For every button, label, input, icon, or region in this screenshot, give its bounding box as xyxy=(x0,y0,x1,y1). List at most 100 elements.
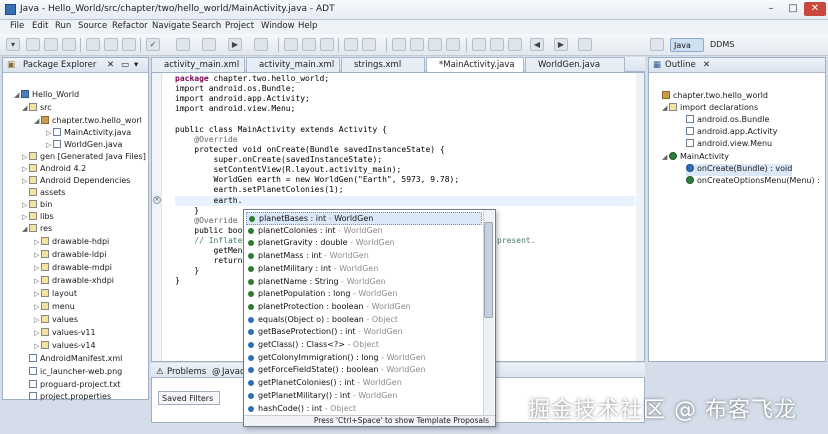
open-type-icon[interactable] xyxy=(344,38,358,51)
show-whitespace-icon[interactable] xyxy=(410,38,424,51)
tree-item-values[interactable]: ▷ values xyxy=(34,315,78,327)
new-icon[interactable]: ▾ xyxy=(6,38,20,51)
content-assist-item[interactable]: hashCode() : int - Object xyxy=(246,403,482,416)
view-menu-icon[interactable]: ▾ xyxy=(134,60,138,70)
collapse-arrow-icon[interactable]: ◢ xyxy=(22,104,29,112)
expand-arrow-icon[interactable]: ▷ xyxy=(34,303,41,311)
new-package-icon[interactable] xyxy=(302,38,316,51)
editor-scrollbar[interactable] xyxy=(636,73,644,361)
expand-arrow-icon[interactable]: ▷ xyxy=(46,129,53,137)
menu-edit[interactable]: Edit xyxy=(32,21,48,31)
expand-arrow-icon[interactable]: ▷ xyxy=(22,177,29,185)
checkbox-icon[interactable]: ✓ xyxy=(146,38,160,51)
expand-arrow-icon[interactable]: ▷ xyxy=(22,201,29,209)
run-icon[interactable]: ▶ xyxy=(228,38,242,51)
skip-breakpoints-icon[interactable] xyxy=(176,38,190,51)
tree-item-bin[interactable]: ▷ bin xyxy=(22,200,52,212)
tree-item-menu[interactable]: ▷ menu xyxy=(34,302,75,314)
content-assist-item[interactable]: planetPopulation : long - WorldGen xyxy=(246,288,482,301)
quick-fix-marker-icon[interactable]: × xyxy=(153,196,161,204)
tree-item-libs[interactable]: ▷ libs xyxy=(22,212,54,224)
content-assist-item[interactable]: getForceFieldState() : boolean - WorldGe… xyxy=(246,364,482,377)
menu-search[interactable]: Search xyxy=(192,21,221,31)
toggle-mark-occurrences-icon[interactable] xyxy=(392,38,406,51)
tree-item-proguard[interactable]: proguard-project.txt xyxy=(22,380,121,392)
collapse-arrow-icon[interactable]: ◢ xyxy=(662,153,669,161)
expand-arrow-icon[interactable]: ▷ xyxy=(34,290,41,298)
menu-help[interactable]: Help xyxy=(298,21,317,31)
debug-icon[interactable] xyxy=(202,38,216,51)
tab-problems[interactable]: Problems xyxy=(167,367,206,377)
menu-source[interactable]: Source xyxy=(78,21,107,31)
close-tab-icon[interactable]: ✕ xyxy=(107,60,114,70)
open-perspective-icon[interactable] xyxy=(650,38,664,51)
outline-item-import-bundle[interactable]: android.os.Bundle xyxy=(686,115,769,127)
tree-item-hello-world[interactable]: ◢ Hello_World xyxy=(14,90,79,102)
editor-tab-activity-main-2[interactable]: activity_main.xml xyxy=(246,57,340,72)
tree-item-drawable-ldpi[interactable]: ▷ drawable-ldpi xyxy=(34,250,106,262)
tree-item-res[interactable]: ◢ res xyxy=(22,224,52,236)
forward-icon[interactable]: ▶ xyxy=(554,38,568,51)
content-assist-item[interactable]: planetMass : int - WorldGen xyxy=(246,250,482,263)
expand-arrow-icon[interactable]: ▷ xyxy=(22,153,29,161)
menu-project[interactable]: Project xyxy=(225,21,254,31)
perspective-ddms-button[interactable]: DDMS xyxy=(710,38,750,52)
avd-manager-icon[interactable] xyxy=(104,38,118,51)
editor-tab-activity-main-1[interactable]: activity_main.xml xyxy=(151,57,245,72)
collapse-all-icon[interactable]: ▭ xyxy=(121,60,129,70)
pin-editor-icon[interactable] xyxy=(578,38,592,51)
collapse-arrow-icon[interactable]: ◢ xyxy=(662,104,669,112)
content-assist-item[interactable]: planetMilitary : int - WorldGen xyxy=(246,263,482,276)
expand-arrow-icon[interactable]: ▷ xyxy=(34,251,41,259)
content-assist-item[interactable]: planetProtection : boolean - WorldGen xyxy=(246,301,482,314)
expand-arrow-icon[interactable]: ▷ xyxy=(34,264,41,272)
editor-tab-strings[interactable]: strings.xml xyxy=(341,57,425,72)
expand-arrow-icon[interactable]: ▷ xyxy=(34,342,41,350)
content-assist-item[interactable]: planetBases : int - WorldGen xyxy=(246,212,482,225)
outline-item-import-menu[interactable]: android.view.Menu xyxy=(686,139,772,151)
android-sdk-manager-icon[interactable] xyxy=(86,38,100,51)
tree-item-src[interactable]: ◢ src xyxy=(22,103,52,115)
content-assist-item[interactable]: equals(Object o) : boolean - Object xyxy=(246,314,482,327)
content-assist-item[interactable]: getPlanetMilitary() : int - WorldGen xyxy=(246,390,482,403)
menu-window[interactable]: Window xyxy=(261,21,295,31)
content-assist-item[interactable]: getColonyImmigration() : long - WorldGen xyxy=(246,352,482,365)
tree-item-mainactivity[interactable]: ▷ MainActivity.java xyxy=(46,128,131,140)
outline-item-mainactivity[interactable]: ◢ MainActivity xyxy=(662,152,729,164)
tree-item-android-lib[interactable]: ▷ Android 4.2 xyxy=(22,164,86,176)
content-assist-item[interactable]: planetName : String - WorldGen xyxy=(246,276,482,289)
tree-item-manifest[interactable]: AndroidManifest.xml xyxy=(22,354,122,366)
external-tools-icon[interactable] xyxy=(254,38,268,51)
menu-run[interactable]: Run xyxy=(55,21,71,31)
close-button[interactable]: ✕ xyxy=(804,2,826,16)
menu-refactor[interactable]: Refactor xyxy=(112,21,148,31)
format-icon[interactable] xyxy=(446,38,460,51)
close-tab-icon[interactable]: ✕ xyxy=(703,60,710,70)
save-icon[interactable] xyxy=(26,38,40,51)
tree-item-project-properties[interactable]: project.properties xyxy=(22,392,111,404)
tree-item-layout[interactable]: ▷ layout xyxy=(34,289,77,301)
save-all-icon[interactable] xyxy=(44,38,58,51)
tree-item-package[interactable]: ◢ chapter.two.hello_worl xyxy=(34,116,142,128)
menu-navigate[interactable]: Navigate xyxy=(152,21,190,31)
print-icon[interactable] xyxy=(62,38,76,51)
editor-tab-mainactivity[interactable]: *MainActivity.java xyxy=(426,57,524,72)
content-assist-item[interactable]: planetGravity : double - WorldGen xyxy=(246,237,482,250)
content-assist-scroll-thumb[interactable] xyxy=(484,222,493,318)
outline-item-oncreateoptionsmenu[interactable]: onCreateOptionsMenu(Menu) : xyxy=(686,176,820,188)
block-selection-icon[interactable] xyxy=(428,38,442,51)
saved-filters-button[interactable]: Saved Filters xyxy=(158,391,220,405)
tree-item-android-deps[interactable]: ▷ Android Dependencies xyxy=(22,176,130,188)
collapse-arrow-icon[interactable]: ◢ xyxy=(34,117,41,125)
tree-item-values-v11[interactable]: ▷ values-v11 xyxy=(34,328,96,340)
content-assist-item[interactable]: getPlanetColonies() : int - WorldGen xyxy=(246,377,482,390)
minimize-button[interactable]: – xyxy=(760,2,782,16)
maximize-button[interactable]: □ xyxy=(782,2,804,16)
package-explorer-tab[interactable]: Package Explorer xyxy=(23,60,96,70)
collapse-arrow-icon[interactable]: ◢ xyxy=(22,225,29,233)
new-class-icon[interactable] xyxy=(320,38,334,51)
outline-item-imports[interactable]: ◢ import declarations xyxy=(662,103,758,115)
lint-icon[interactable] xyxy=(122,38,136,51)
expand-arrow-icon[interactable]: ▷ xyxy=(22,213,29,221)
content-assist-item[interactable]: getClass() : Class<?> - Object xyxy=(246,339,482,352)
